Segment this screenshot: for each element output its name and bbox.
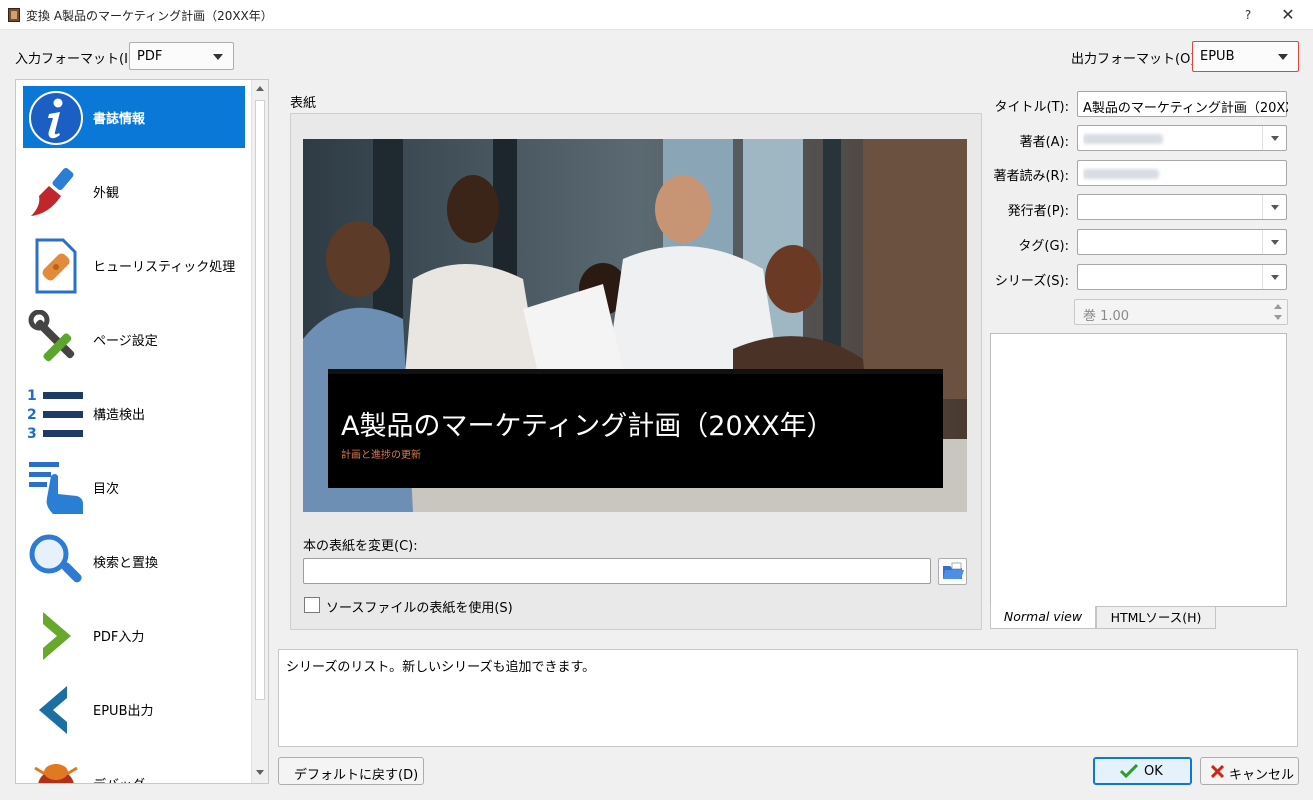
output-format-select[interactable]: EPUB bbox=[1192, 41, 1299, 72]
cancel-label: キャンセル bbox=[1229, 768, 1295, 783]
cover-path-input[interactable] bbox=[303, 558, 931, 584]
svg-text:2: 2 bbox=[27, 407, 37, 423]
chevron-left-icon bbox=[27, 680, 85, 738]
chevron-down-icon[interactable] bbox=[1262, 230, 1286, 254]
chevron-down-icon[interactable] bbox=[1262, 265, 1286, 289]
tools-icon bbox=[27, 309, 85, 368]
scroll-thumb[interactable] bbox=[255, 100, 265, 700]
series-index-value: 巻 1.00 bbox=[1083, 309, 1130, 324]
author-sort-label: 著者読み(R): bbox=[993, 169, 1069, 184]
title-bar: 変換 A製品のマーケティング計画（20XX年） ? ✕ bbox=[0, 0, 1313, 30]
chevron-down-icon[interactable] bbox=[1262, 126, 1286, 150]
cancel-button[interactable]: キャンセル bbox=[1200, 757, 1299, 785]
info-icon bbox=[27, 88, 85, 146]
checkmark-icon bbox=[1120, 764, 1138, 778]
author-sort-field[interactable] bbox=[1077, 160, 1287, 186]
scroll-down-icon[interactable] bbox=[256, 770, 264, 775]
folder-icon bbox=[943, 562, 964, 579]
input-format-select[interactable]: PDF bbox=[129, 42, 234, 70]
tags-field[interactable] bbox=[1077, 229, 1287, 255]
help-button[interactable]: ? bbox=[1238, 5, 1258, 25]
sidebar-item-search-replace[interactable]: 検索と置換 bbox=[23, 530, 245, 592]
app-icon bbox=[8, 8, 20, 22]
close-button[interactable]: ✕ bbox=[1278, 5, 1298, 25]
sidebar-item-label: EPUB出力 bbox=[93, 704, 154, 719]
cover-banner-subtitle: 計画と進捗の更新 bbox=[341, 450, 421, 461]
ok-button[interactable]: OK bbox=[1093, 757, 1192, 785]
sidebar-item-heuristics[interactable]: ヒューリスティック処理 bbox=[23, 234, 245, 296]
sidebar-item-debug[interactable]: デバッグ bbox=[23, 752, 245, 783]
toc-hand-icon bbox=[27, 458, 85, 516]
sidebar-item-toc[interactable]: 目次 bbox=[23, 456, 245, 518]
sidebar-item-label: PDF入力 bbox=[93, 630, 145, 645]
series-index-spinbox[interactable]: 巻 1.00 bbox=[1074, 299, 1288, 325]
sidebar-item-pdf-input[interactable]: PDF入力 bbox=[23, 604, 245, 666]
publisher-label: 発行者(P): bbox=[1007, 204, 1069, 219]
spin-up-icon[interactable] bbox=[1274, 304, 1282, 309]
cover-banner: A製品のマーケティング計画（20XX年） 計画と進捗の更新 bbox=[328, 369, 943, 488]
author-sort-value-redacted bbox=[1083, 166, 1288, 183]
sidebar-item-label: デバッグ bbox=[93, 774, 145, 783]
sidebar-item-label: 検索と置換 bbox=[93, 556, 159, 571]
sidebar-scrollbar[interactable] bbox=[251, 80, 268, 783]
svg-text:1: 1 bbox=[27, 388, 37, 404]
document-bandage-icon bbox=[27, 236, 85, 294]
tab-normal-view[interactable]: Normal view bbox=[990, 606, 1096, 629]
bug-icon bbox=[27, 754, 85, 783]
svg-text:3: 3 bbox=[27, 426, 37, 442]
sidebar-item-label: 外観 bbox=[93, 186, 120, 201]
cover-section-label: 表紙 bbox=[290, 96, 317, 111]
sidebar-item-label: 目次 bbox=[93, 482, 120, 497]
input-format-label: 入力フォーマット(I): bbox=[15, 52, 138, 67]
sidebar-item-page-setup[interactable]: ページ設定 bbox=[23, 308, 245, 370]
browse-cover-button[interactable] bbox=[938, 558, 967, 585]
sidebar-item-label: ページ設定 bbox=[93, 334, 158, 349]
use-source-cover-checkbox[interactable] bbox=[304, 597, 320, 613]
author-field[interactable] bbox=[1077, 125, 1287, 151]
brush-icon bbox=[27, 162, 85, 220]
change-cover-label: 本の表紙を変更(C): bbox=[303, 539, 418, 554]
magnifier-icon bbox=[27, 532, 85, 590]
spin-down-icon[interactable] bbox=[1274, 315, 1282, 320]
sidebar-item-metadata[interactable]: 書誌情報 bbox=[23, 86, 245, 148]
tab-html-source[interactable]: HTMLソース(H) bbox=[1096, 606, 1216, 629]
series-field[interactable] bbox=[1077, 264, 1287, 290]
numbered-list-icon: 1 2 3 bbox=[27, 384, 85, 442]
tags-label: タグ(G): bbox=[1018, 239, 1069, 254]
sidebar-item-look-and-feel[interactable]: 外観 bbox=[23, 160, 245, 222]
help-description-text: シリーズのリスト。新しいシリーズも追加できます。 bbox=[286, 660, 596, 675]
chevron-down-icon bbox=[213, 54, 223, 60]
series-label: シリーズ(S): bbox=[994, 274, 1069, 289]
title-field[interactable]: A製品のマーケティング計画（20XX年） bbox=[1077, 91, 1288, 117]
cover-banner-title: A製品のマーケティング計画（20XX年） bbox=[341, 411, 834, 442]
title-label: タイトル(T): bbox=[994, 100, 1069, 115]
publisher-field[interactable] bbox=[1077, 194, 1287, 220]
restore-defaults-button[interactable]: デフォルトに戻す(D) bbox=[278, 757, 424, 785]
sidebar-item-label: 書誌情報 bbox=[93, 112, 146, 127]
output-format-label: 出力フォーマット(O): bbox=[1071, 52, 1200, 67]
chevron-down-icon bbox=[1278, 54, 1288, 60]
comments-editor[interactable] bbox=[990, 333, 1287, 607]
restore-defaults-label: デフォルトに戻す(D) bbox=[294, 768, 419, 783]
sidebar-item-label: 構造検出 bbox=[93, 408, 146, 423]
help-description-box: シリーズのリスト。新しいシリーズも追加できます。 bbox=[278, 649, 1298, 747]
title-value: A製品のマーケティング計画（20XX年） bbox=[1083, 101, 1288, 116]
sidebar-item-structure-detection[interactable]: 1 2 3 構造検出 bbox=[23, 382, 245, 444]
output-format-value: EPUB bbox=[1200, 49, 1235, 64]
chevron-down-icon[interactable] bbox=[1262, 195, 1286, 219]
close-icon bbox=[1211, 765, 1224, 778]
chevron-right-icon bbox=[27, 606, 85, 664]
window-title: 変換 A製品のマーケティング計画（20XX年） bbox=[26, 9, 273, 23]
scroll-up-icon[interactable] bbox=[256, 86, 264, 91]
sidebar-item-epub-output[interactable]: EPUB出力 bbox=[23, 678, 245, 740]
input-format-value: PDF bbox=[137, 49, 163, 64]
author-label: 著者(A): bbox=[1019, 135, 1069, 150]
ok-label: OK bbox=[1144, 764, 1163, 779]
use-source-cover-label: ソースファイルの表紙を使用(S) bbox=[326, 601, 513, 616]
author-value-redacted bbox=[1083, 131, 1288, 148]
sidebar: 書誌情報 外観 ヒューリスティック処理 ページ設定 123 構造検出 目次 検索… bbox=[15, 79, 269, 784]
sidebar-item-label: ヒューリスティック処理 bbox=[93, 260, 236, 275]
